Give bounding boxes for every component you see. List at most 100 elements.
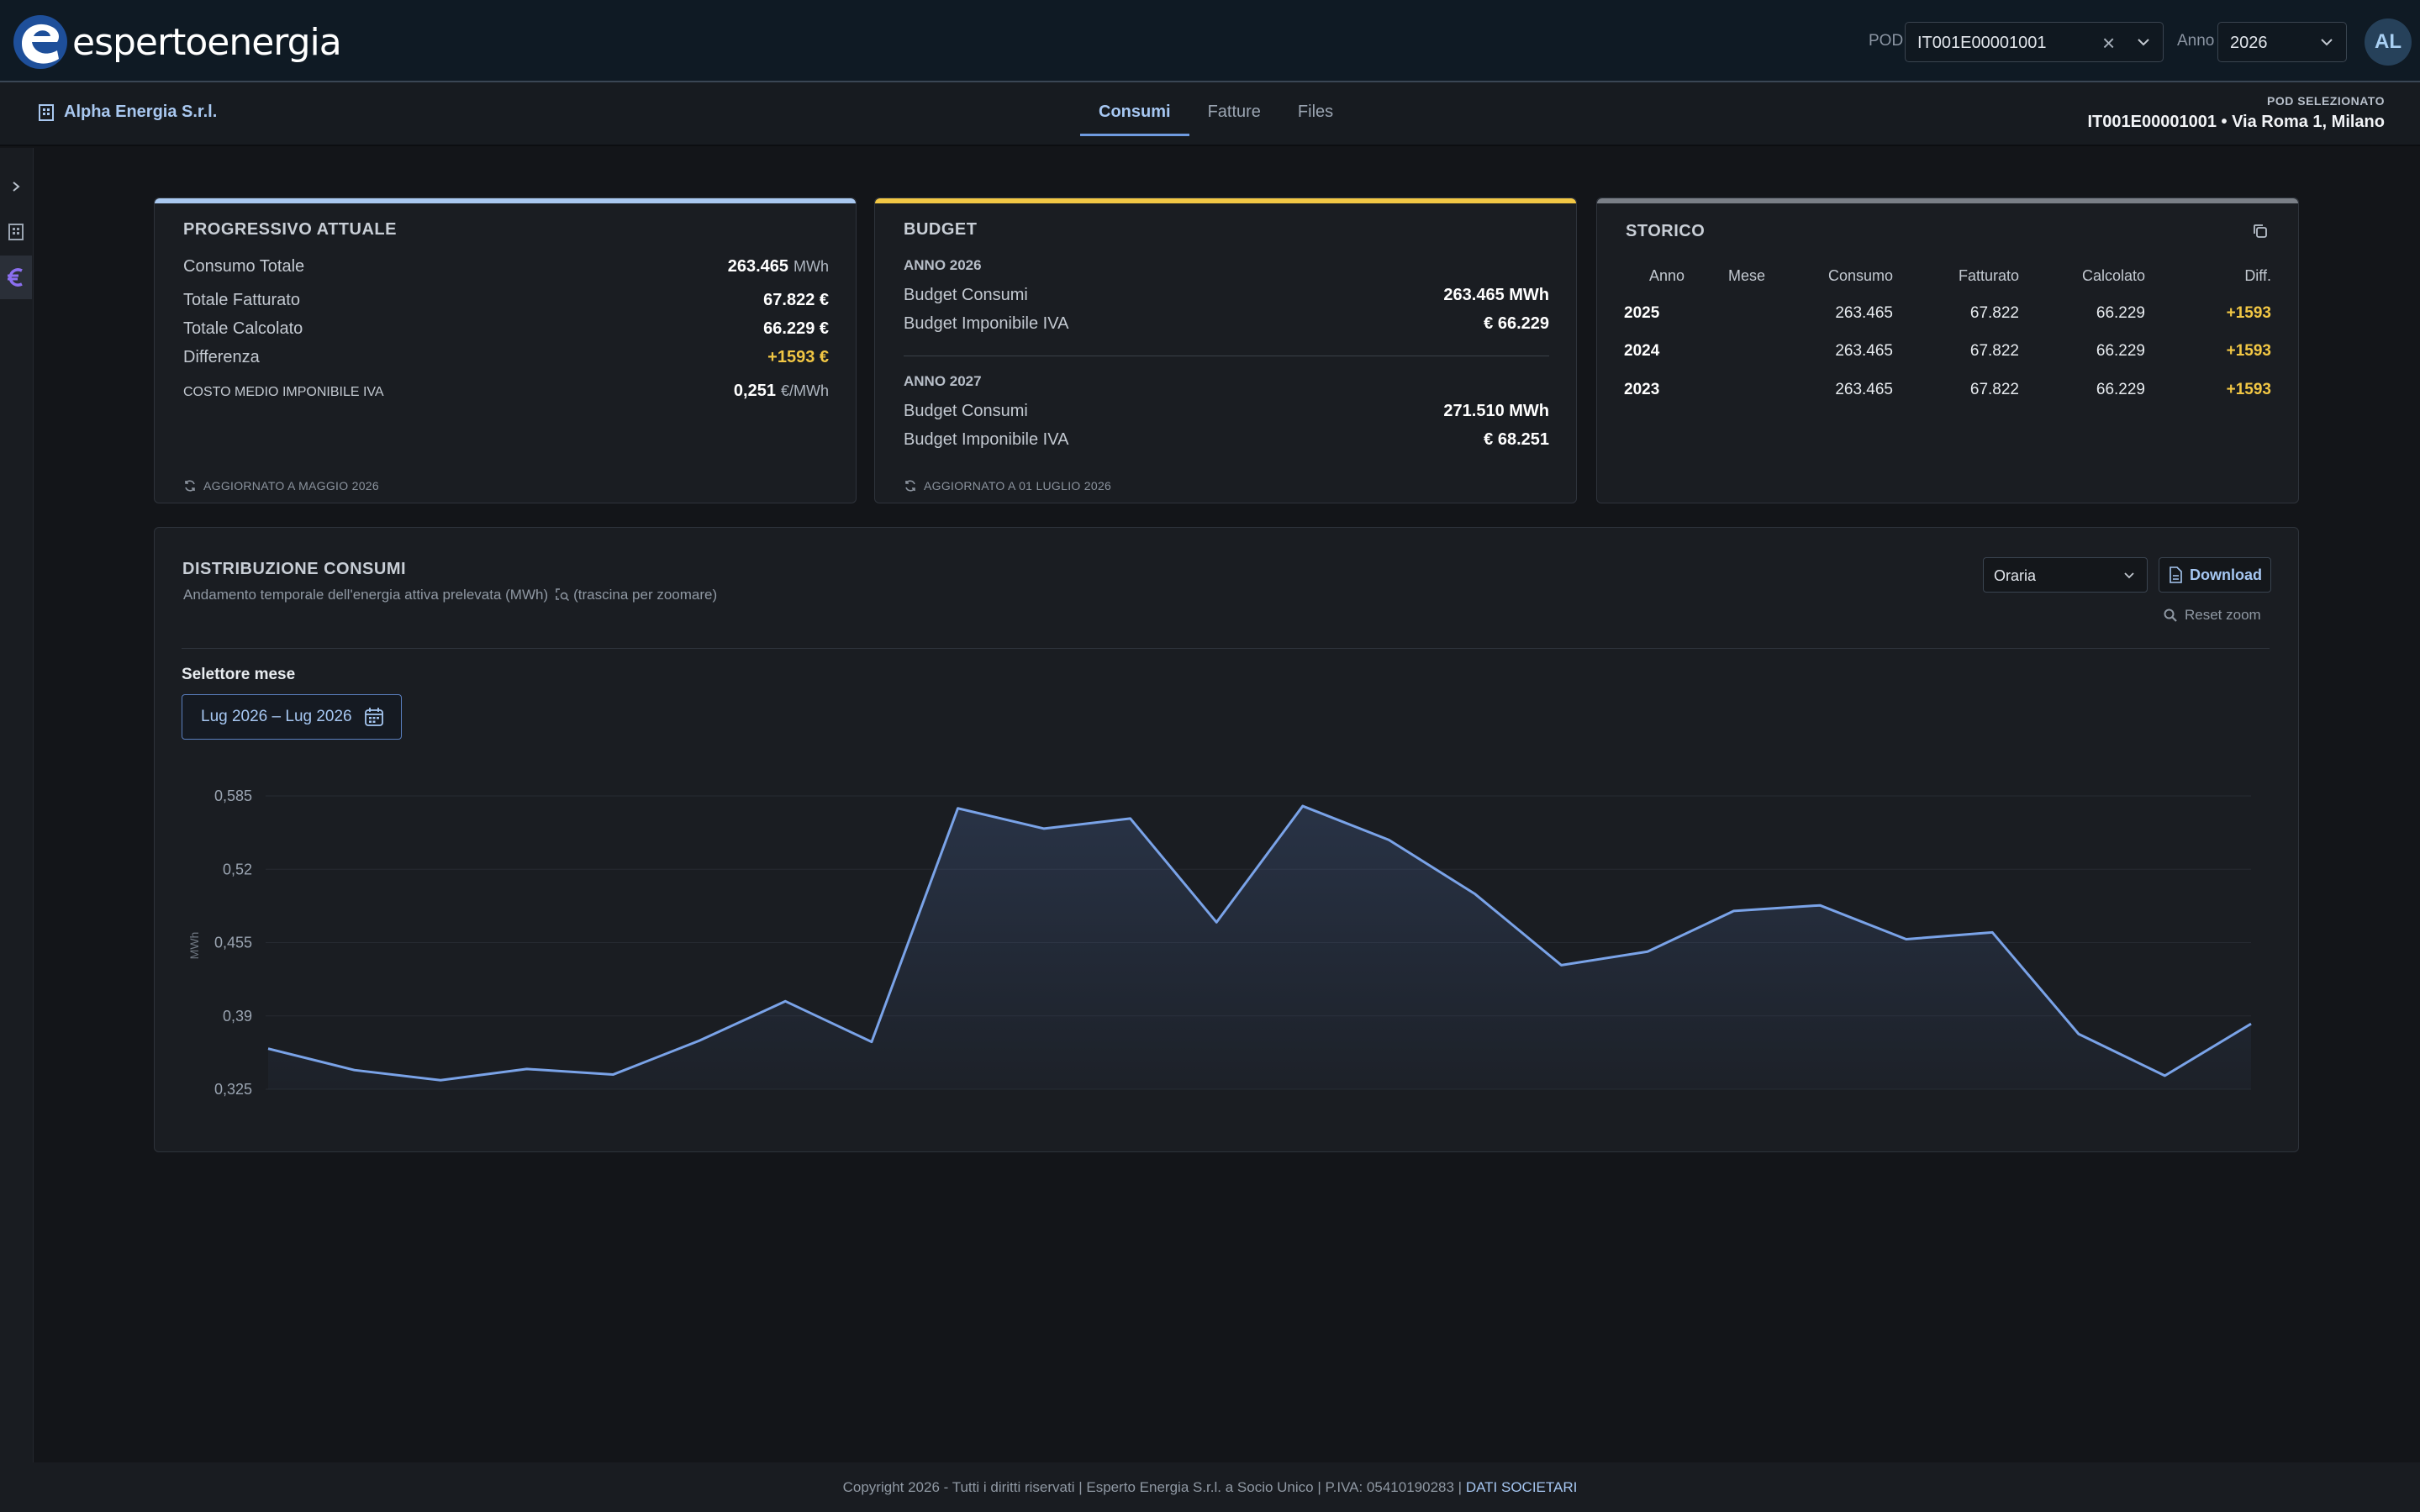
y-tick-label: 0,455 [214,935,252,951]
data-point[interactable] [956,806,961,811]
card-title: STORICO [1626,222,1706,240]
tab-files[interactable]: Files [1279,82,1352,136]
main-tabs: Consumi Fatture Files [1080,82,1352,146]
pod-select-value: IT001E00001001 [1917,34,2047,52]
top-header: espertoenergia POD IT001E00001001 × Anno… [0,0,2420,82]
data-point[interactable] [1904,936,1909,941]
row-anno: 2025 [1624,304,1660,322]
card-title: BUDGET [904,220,978,239]
copy-icon[interactable] [2251,222,2270,240]
data-point[interactable] [610,1072,615,1077]
data-point[interactable] [2249,1021,2254,1026]
differenza-row: Differenza +1593 € [183,348,829,367]
col-mese: Mese [1728,267,1766,284]
chevron-down-icon[interactable] [2134,33,2153,51]
y-tick-label: 0,325 [214,1081,252,1098]
data-point[interactable] [1473,892,1478,897]
calcolato-row: Totale Calcolato 66.229 € [183,319,829,339]
chevron-down-icon[interactable] [2317,33,2336,51]
refresh-icon [905,480,915,492]
clear-icon[interactable]: × [2102,30,2115,56]
budget-y2-iva-row: Budget Imponibile IVA € 68.251 [904,430,1549,450]
budget-y2-consumi-row: Budget Consumi 271.510 MWh [904,402,1549,421]
avatar[interactable]: AL [2365,18,2412,66]
side-rail [0,148,34,1462]
company-label: Alpha Energia S.r.l. [64,103,218,121]
data-point[interactable] [1041,826,1047,831]
rail-item-energy[interactable] [0,256,32,299]
data-point[interactable] [1645,949,1650,954]
pod-selected-value: IT001E00001001 • Via Roma 1, Milano [2087,113,2386,131]
data-point[interactable] [2076,1031,2081,1036]
budget-y1-iva-value: € 66.229 [1484,314,1549,333]
granularity-select[interactable]: Oraria [1983,557,2148,593]
card-accent [1597,198,2298,203]
granularity-value: Oraria [1994,567,2037,584]
row-fatturato: 67.822 [1969,381,2019,398]
data-point[interactable] [1214,919,1219,925]
table-row[interactable]: 2024 263.465 67.822 66.229 +1593 [1624,342,2271,367]
data-point[interactable] [1558,962,1563,967]
data-point[interactable] [1300,803,1305,809]
calcolato-label: Totale Calcolato [183,319,303,338]
anno-select[interactable]: 2026 [2217,22,2347,62]
data-point[interactable] [697,1038,702,1043]
data-point[interactable] [783,998,788,1004]
company-name: Alpha Energia S.r.l. [37,103,217,122]
y-tick-label: 0,52 [223,861,252,877]
distribuzione-subtitle: Andamento temporale dell'energia attiva … [183,587,717,603]
data-point[interactable] [1732,909,1737,914]
series-area [268,806,2251,1089]
card-accent [155,198,856,203]
col-consumo: Consumo [1827,267,1893,284]
search-icon [2164,608,2177,622]
consumo-row: Consumo Totale 263.465 MWh [183,257,829,277]
tab-fatture[interactable]: Fatture [1189,82,1279,136]
brand-logo-icon [13,15,67,69]
data-point[interactable] [1990,930,1995,935]
card-title: DISTRIBUZIONE CONSUMI [182,560,407,578]
data-point[interactable] [266,1046,271,1051]
expand-sidebar-button[interactable] [0,165,32,208]
costo-row: COSTO MEDIO IMPONIBILE IVA 0,251 €/MWh [183,382,829,401]
brand-logo[interactable]: espertoenergia [10,8,342,76]
data-point[interactable] [525,1067,530,1072]
tab-consumi[interactable]: Consumi [1080,82,1189,136]
table-row[interactable]: 2023 263.465 67.822 66.229 +1593 [1624,381,2271,406]
data-point[interactable] [1817,903,1822,908]
rail-item-company[interactable] [0,210,32,254]
budget-y2-consumi-value: 271.510 MWh [1443,402,1549,420]
dati-societari-link[interactable]: DATI SOCIETARI [1466,1479,1578,1495]
anno-label: Anno [2177,32,2215,50]
data-point[interactable] [2162,1073,2167,1078]
pod-select[interactable]: IT001E00001001 × [1905,22,2164,62]
download-button[interactable]: Download [2159,557,2271,593]
refresh-icon [185,480,195,492]
row-fatturato: 67.822 [1969,304,2019,322]
row-calcolato: 66.229 [2096,342,2145,360]
reset-zoom-button[interactable]: Reset zoom [2163,607,2261,624]
calcolato-value: 66.229 € [763,319,829,338]
data-point[interactable] [869,1040,874,1045]
pod-selected: POD SELEZIONATO IT001E00001001 • Via Rom… [2088,94,2386,132]
month-range-picker[interactable]: Lug 2026 – Lug 2026 [182,694,402,740]
data-point[interactable] [1128,816,1133,821]
chevron-down-icon [2124,572,2134,579]
row-fatturato: 67.822 [1969,342,2019,360]
data-point[interactable] [352,1067,357,1072]
anno-select-value: 2026 [2230,34,2268,52]
data-point[interactable] [1386,837,1391,842]
y-axis-label: MWh [187,932,201,960]
row-diff: +1593 [2226,342,2271,360]
consumo-value: 263.465 [727,257,788,276]
sub-header: Alpha Energia S.r.l. Consumi Fatture Fil… [0,82,2420,146]
consumption-area-chart[interactable]: 0,585 0,52 0,455 0,39 0,325 MWh [182,777,2258,1114]
storico-header: Anno Mese Consumo Fatturato Calcolato Di… [1624,267,2271,292]
row-anno: 2023 [1624,381,1660,398]
reset-zoom-label: Reset zoom [2185,607,2261,623]
col-fatturato: Fatturato [1958,267,2019,284]
consumo-unit: MWh [793,258,829,275]
table-row[interactable]: 2025 263.465 67.822 66.229 +1593 [1624,304,2271,329]
data-point[interactable] [438,1077,443,1083]
costo-value: 0,251 [733,382,776,400]
